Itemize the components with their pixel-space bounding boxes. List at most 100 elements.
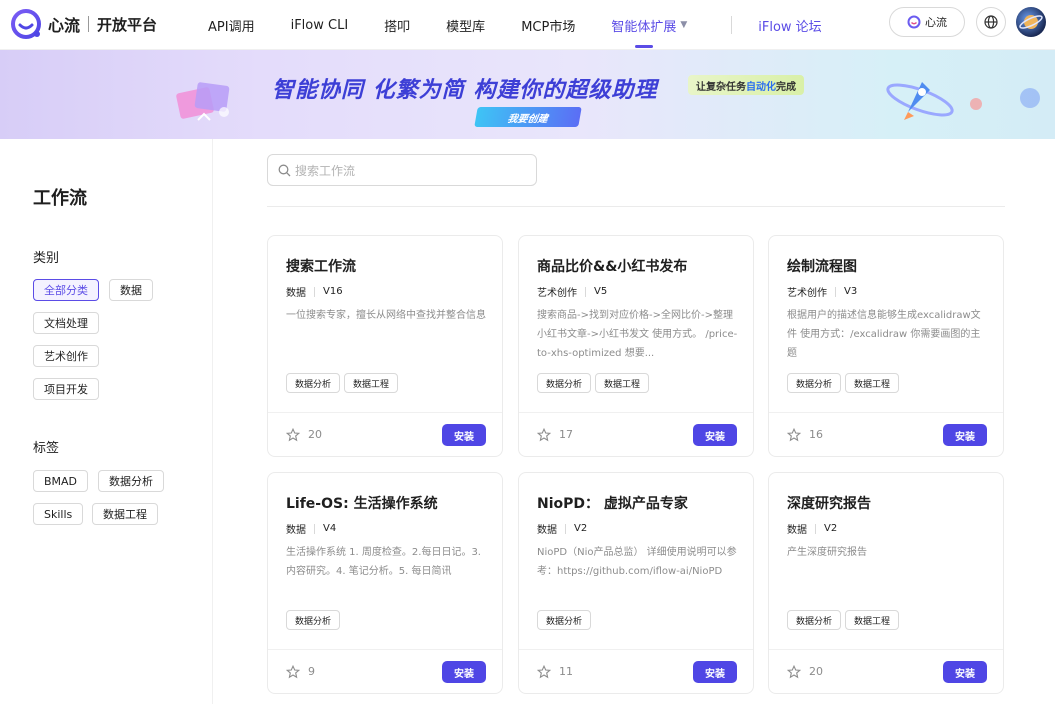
card-tag[interactable]: 数据分析 <box>286 610 341 630</box>
xinliu-button-label: 心流 <box>925 16 947 29</box>
card-tags: 数据分析 数据工程 <box>286 373 402 393</box>
card-tag[interactable]: 数据工程 <box>595 373 650 393</box>
card-tag[interactable]: 数据分析 <box>787 610 842 630</box>
tag-chip-data-analysis[interactable]: 数据分析 <box>98 470 164 492</box>
install-button[interactable]: 安装 <box>442 661 486 683</box>
star-count: 17 <box>559 428 573 441</box>
card-title: 绘制流程图 <box>787 259 857 275</box>
sidebar-title: 工作流 <box>33 188 87 209</box>
card-category: 艺术创作 <box>787 288 827 299</box>
user-avatar[interactable] <box>1016 7 1046 37</box>
card-tags: 数据分析 数据工程 <box>537 373 653 393</box>
category-chip-docs[interactable]: 文档处理 <box>33 312 99 334</box>
banner-cards-illustration <box>176 82 230 121</box>
star-icon[interactable] <box>286 428 300 442</box>
card-version: V4 <box>323 523 337 534</box>
card-meta: 艺术创作 V5 <box>537 284 607 299</box>
card-tag[interactable]: 数据分析 <box>787 373 842 393</box>
card-tag[interactable]: 数据分析 <box>537 373 592 393</box>
tag-label: 标签 <box>33 441 60 456</box>
card-title: 搜索工作流 <box>286 259 356 275</box>
promo-banner[interactable]: 智能协同 化繁为简 构建你的超级助理 让复杂任务 自动化 完成 我要创建 <box>0 50 1055 139</box>
star-count: 20 <box>809 665 823 678</box>
brand-subtitle: 开放平台 <box>97 15 158 34</box>
card-meta: 艺术创作 V3 <box>787 284 857 299</box>
workflow-card[interactable]: NioPD： 虚拟产品专家 数据 V2 NioPD（Nio产品总监） 详细使用说明… <box>518 472 754 694</box>
card-tag[interactable]: 数据工程 <box>845 373 900 393</box>
star-icon[interactable] <box>286 665 300 679</box>
install-button[interactable]: 安装 <box>943 424 987 446</box>
language-button[interactable] <box>976 7 1006 37</box>
install-button[interactable]: 安装 <box>693 661 737 683</box>
card-version: V2 <box>824 523 838 534</box>
create-button[interactable]: 我要创建 <box>474 107 582 127</box>
card-title: NioPD： 虚拟产品专家 <box>537 496 688 512</box>
main-nav: API调用 iFlow CLI 搭叩 模型库 MCP市场 智能体扩展 ▼ iFl… <box>190 0 840 50</box>
star-icon[interactable] <box>787 665 801 679</box>
banner-badge-pre: 让复杂任务 <box>696 81 746 93</box>
meta-divider <box>314 523 315 534</box>
content-divider <box>267 206 1005 207</box>
card-version: V16 <box>323 286 343 297</box>
card-footer-divider <box>519 412 753 413</box>
workflow-card[interactable]: 绘制流程图 艺术创作 V3 根据用户的描述信息能够生成excalidraw文件 使… <box>768 235 1004 457</box>
card-category: 数据 <box>537 525 557 536</box>
card-footer-divider <box>769 649 1003 650</box>
tag-chip-skills[interactable]: Skills <box>33 503 84 525</box>
card-tag[interactable]: 数据分析 <box>537 610 592 630</box>
category-label: 类别 <box>33 251 60 266</box>
chevron-down-icon: ▼ <box>680 20 688 30</box>
star-count: 16 <box>809 428 823 441</box>
xinliu-button[interactable]: 心流 <box>889 7 965 37</box>
card-meta: 数据 V4 <box>286 521 336 536</box>
card-title: 深度研究报告 <box>787 496 871 512</box>
card-tags: 数据分析 数据工程 <box>787 373 903 393</box>
workflow-card[interactable]: 商品比价&&小红书发布 艺术创作 V5 搜索商品->找到对应价格->全网比价->整… <box>518 235 754 457</box>
star-count: 11 <box>559 665 573 678</box>
install-button[interactable]: 安装 <box>943 661 987 683</box>
meta-divider <box>585 286 586 297</box>
card-tags: 数据分析 数据工程 <box>787 610 903 630</box>
card-tag[interactable]: 数据工程 <box>845 610 900 630</box>
install-button[interactable]: 安装 <box>442 424 486 446</box>
card-version: V5 <box>594 286 608 297</box>
workflow-card[interactable]: 搜索工作流 数据 V16 一位搜索专家，擅长从网络中查找并整合信息 数据分析 数据… <box>267 235 503 457</box>
star-icon[interactable] <box>787 428 801 442</box>
nav-item-agent-extension[interactable]: 智能体扩展 ▼ <box>611 0 687 50</box>
category-chip-art[interactable]: 艺术创作 <box>33 345 99 367</box>
card-footer-divider <box>268 412 502 413</box>
card-tag[interactable]: 数据工程 <box>344 373 399 393</box>
card-description: 生活操作系统 1. 周度检查。2.每日日记。3. 内容研究。4. 笔记分析。5.… <box>286 547 481 577</box>
meta-divider <box>314 286 315 297</box>
category-chip-data[interactable]: 数据 <box>109 279 153 301</box>
nav-item-iflow-cli[interactable]: iFlow CLI <box>291 0 349 50</box>
nav-item-mcp-market[interactable]: MCP市场 <box>521 0 575 50</box>
nav-item-dakou[interactable]: 搭叩 <box>384 0 410 50</box>
banner-title: 智能协同 化繁为简 构建你的超级助理 <box>272 78 658 103</box>
nav-item-api[interactable]: API调用 <box>208 0 255 50</box>
category-chip-all[interactable]: 全部分类 <box>33 279 99 301</box>
card-category: 数据 <box>286 525 306 536</box>
card-footer-divider <box>769 412 1003 413</box>
star-icon[interactable] <box>537 665 551 679</box>
search-placeholder: 搜索工作流 <box>295 163 356 178</box>
search-input[interactable]: 搜索工作流 <box>267 154 537 186</box>
nav-divider <box>731 16 733 34</box>
workflow-card[interactable]: Life-OS: 生活操作系统 数据 V4 生活操作系统 1. 周度检查。2.每日… <box>267 472 503 694</box>
nav-item-forum[interactable]: iFlow 论坛 <box>758 0 821 50</box>
card-footer-divider <box>268 649 502 650</box>
category-chip-project[interactable]: 项目开发 <box>33 378 99 400</box>
brand-logo[interactable]: 心流 开放平台 <box>10 8 157 40</box>
workflow-card[interactable]: 深度研究报告 数据 V2 产生深度研究报告 数据分析 数据工程 20 安装 <box>768 472 1004 694</box>
star-icon[interactable] <box>537 428 551 442</box>
filter-sidebar: 工作流 类别 全部分类 数据 文档处理 艺术创作 项目开发 标签 BMAD 数据… <box>0 139 213 704</box>
nav-item-model-library[interactable]: 模型库 <box>446 0 485 50</box>
card-meta: 数据 V16 <box>286 284 343 299</box>
create-button-label: 我要创建 <box>506 113 549 125</box>
card-tag[interactable]: 数据分析 <box>286 373 341 393</box>
banner-badge-highlight: 自动化 <box>746 81 776 93</box>
tag-chip-data-engineering[interactable]: 数据工程 <box>92 503 158 525</box>
tag-chip-bmad[interactable]: BMAD <box>33 470 89 492</box>
globe-icon <box>984 15 998 29</box>
install-button[interactable]: 安装 <box>693 424 737 446</box>
